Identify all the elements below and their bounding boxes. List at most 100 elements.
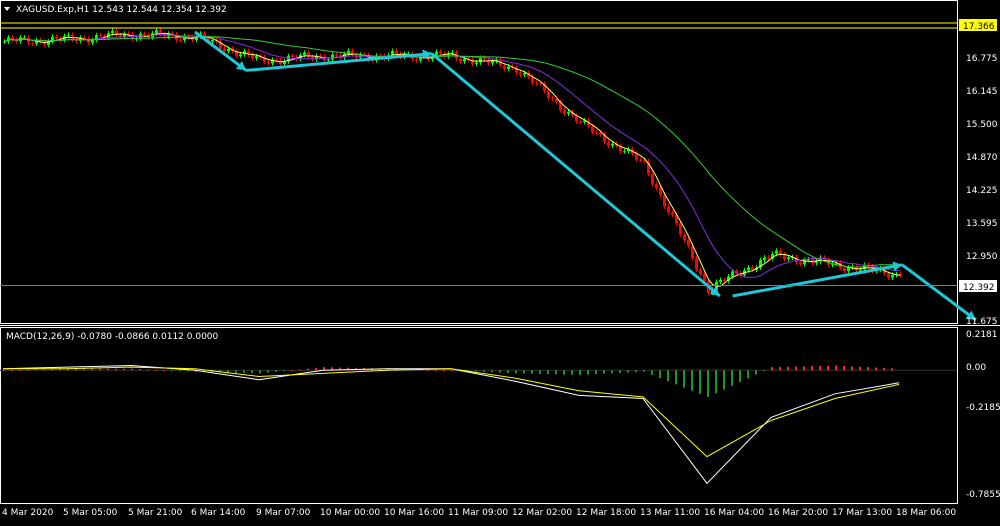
macd-hist-bar (187, 370, 189, 372)
candle-body (551, 97, 554, 99)
time-tick: 6 Mar 14:00 (191, 508, 246, 518)
candle-body (731, 271, 734, 277)
candle-body (639, 159, 642, 161)
candle-body (751, 267, 754, 270)
macd-hist-bar (811, 366, 813, 371)
candle-body (23, 37, 26, 39)
macd-hist-bar (883, 367, 885, 371)
candle-body (695, 258, 698, 270)
macd-hist-bar (715, 370, 717, 394)
candle-body (3, 41, 6, 43)
candle-body (563, 110, 566, 114)
macd-hist-bar (499, 370, 501, 373)
macd-hist-bar (787, 366, 789, 371)
macd-histogram-layer (0, 365, 957, 397)
macd-hist-bar (131, 368, 133, 371)
candle-body (211, 40, 214, 42)
macd-hist-bar (635, 370, 637, 373)
candle-body (55, 36, 58, 39)
macd-hist-bar (627, 370, 629, 373)
price-tick: 14.225 (966, 186, 998, 196)
candle-body (595, 132, 598, 134)
macd-hist-bar (675, 370, 677, 385)
macd-hist-bar (427, 369, 429, 371)
macd-hist-bar (827, 365, 829, 371)
macd-lines-layer (2, 364, 900, 485)
candle-body (807, 259, 810, 261)
macd-hist-bar (891, 368, 893, 371)
macd-hist-bar (43, 369, 45, 371)
candle-body (239, 54, 242, 56)
triangle-down-icon[interactable] (4, 7, 10, 11)
candle-body (679, 223, 682, 235)
macd-hist-bar (235, 370, 237, 373)
macd-hist-bar (123, 368, 125, 371)
macd-hist-bar (139, 369, 141, 371)
macd-hist-bar (267, 370, 269, 373)
candle-body (395, 50, 398, 54)
chart-window[interactable]: XAGUSD.Exp,H1 12.543 12.544 12.354 12.39… (0, 0, 1000, 522)
candle-body (843, 268, 846, 272)
candle-body (227, 48, 230, 52)
candle-body (579, 121, 582, 123)
candle-body (391, 50, 394, 56)
trend-arrow-line (194, 30, 248, 72)
macd-axis: 0.2181 0.00 -0.2185 -0.7855 (966, 330, 1000, 500)
macd-hist-bar (595, 370, 597, 375)
macd-hist-bar (819, 365, 821, 371)
macd-hist-bar (435, 369, 437, 371)
macd-hist-bar (299, 369, 301, 371)
macd-hist-bar (515, 370, 517, 374)
candle-body (859, 269, 862, 271)
macd-hist-bar (155, 369, 157, 371)
time-tick: 12 Mar 02:00 (512, 508, 572, 518)
trend-arrows-layer[interactable] (194, 30, 977, 322)
candle-body (607, 141, 610, 146)
current-price-label: 12.392 (963, 283, 995, 293)
candle-body (143, 33, 146, 36)
macd-hist-bar (851, 366, 853, 371)
time-tick: 5 Mar 21:00 (128, 508, 183, 518)
candle-body (775, 250, 778, 254)
macd-hist-bar (763, 370, 765, 372)
macd-hist-bar (179, 370, 181, 372)
candle-body (99, 35, 102, 37)
macd-hist-bar (251, 370, 253, 374)
macd-hist-bar (19, 369, 21, 371)
macd-hist-bar (723, 370, 725, 390)
candle-body (539, 83, 542, 85)
candle-body (891, 274, 894, 278)
candles-layer (3, 27, 902, 296)
macd-hist-bar (243, 370, 245, 373)
candle-body (567, 112, 570, 114)
chart-canvas[interactable]: XAGUSD.Exp,H1 12.543 12.544 12.354 12.39… (0, 0, 1000, 522)
candle-body (459, 58, 462, 62)
candle-body (523, 72, 526, 75)
candle-body (687, 240, 690, 246)
candle-body (479, 57, 482, 63)
macd-hist-bar (531, 370, 533, 374)
candle-body (303, 52, 306, 56)
candle-body (463, 58, 466, 62)
candle-body (491, 61, 494, 64)
time-tick: 10 Mar 00:00 (320, 508, 380, 518)
candle-body (67, 34, 70, 36)
macd-hist-bar (275, 370, 277, 372)
price-tick: 16.145 (966, 87, 998, 97)
macd-hist-bar (555, 370, 557, 375)
time-tick: 17 Mar 13:00 (832, 508, 892, 518)
macd-hist-bar (443, 370, 445, 372)
main-chart-frame (0, 0, 958, 324)
candle-body (667, 206, 670, 213)
candle-body (747, 267, 750, 271)
candle-body (671, 212, 674, 215)
macd-hist-bar (619, 370, 621, 373)
candle-body (591, 126, 594, 133)
macd-tick: -0.2185 (966, 403, 1000, 413)
price-tick: 13.595 (966, 219, 998, 229)
macd-hist-bar (147, 369, 149, 371)
candle-body (327, 59, 330, 61)
candle-body (799, 262, 802, 265)
macd-signal-line (3, 366, 900, 458)
candle-body (519, 72, 522, 75)
